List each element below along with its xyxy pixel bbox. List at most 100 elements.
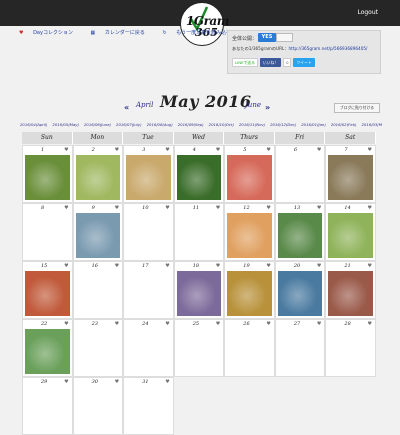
day-cell[interactable]: 7 ♥ <box>325 145 376 203</box>
day-cell[interactable]: 4 ♥ <box>173 145 225 203</box>
heart-icon[interactable]: ♥ <box>368 205 372 211</box>
heart-icon[interactable]: ♥ <box>64 263 68 269</box>
day-photo[interactable] <box>25 155 70 200</box>
day-photo[interactable] <box>176 155 222 200</box>
heart-icon[interactable]: ♥ <box>317 147 321 153</box>
day-cell[interactable]: 22 ♥ <box>22 319 73 377</box>
heart-icon[interactable]: ♥ <box>64 321 68 327</box>
public-toggle[interactable] <box>276 33 293 42</box>
day-photo[interactable] <box>176 271 222 316</box>
heart-icon[interactable]: ♥ <box>216 205 220 211</box>
heart-icon[interactable]: ♥ <box>317 263 321 269</box>
heart-icon[interactable]: ♥ <box>115 321 119 327</box>
heart-icon[interactable]: ♥ <box>115 263 119 269</box>
heart-icon[interactable]: ♥ <box>165 321 169 327</box>
public-yes-button[interactable]: YES <box>258 33 276 42</box>
day-cell[interactable]: 30 ♥ <box>72 377 124 435</box>
logo[interactable]: 1Gram 365 <box>180 2 229 46</box>
day-photo[interactable] <box>328 271 373 316</box>
heart-icon[interactable]: ♥ <box>317 321 321 327</box>
next-month-link[interactable]: June <box>245 101 261 109</box>
day-cell[interactable]: 6 ♥ <box>274 145 326 203</box>
day-cell[interactable]: 5 ♥ <box>224 145 275 203</box>
day-photo[interactable] <box>227 271 272 316</box>
heart-icon[interactable]: ♥ <box>64 205 68 211</box>
month-link[interactable]: 2016/09(Sep) <box>178 122 204 127</box>
day-photo[interactable] <box>227 213 272 258</box>
day-cell[interactable]: 20 ♥ <box>274 261 326 319</box>
month-link[interactable]: 2016/06(June) <box>84 122 111 127</box>
day-cell[interactable]: 1 ♥ <box>22 145 73 203</box>
day-photo[interactable] <box>328 213 373 258</box>
day-cell[interactable]: 21 ♥ <box>325 261 376 319</box>
day-cell[interactable]: 24 ♥ <box>123 319 174 377</box>
month-link[interactable]: 2016/08(Aug) <box>147 122 173 127</box>
day-cell[interactable]: 10 ♥ <box>123 203 174 261</box>
day-cell[interactable]: 19 ♥ <box>224 261 275 319</box>
day-collection-link[interactable]: ♥ Dayコレクション <box>19 30 81 36</box>
month-link[interactable]: 2016/07(July) <box>116 122 142 127</box>
day-cell[interactable]: 11 ♥ <box>173 203 225 261</box>
heart-icon[interactable]: ♥ <box>266 263 270 269</box>
day-cell[interactable]: 14 ♥ <box>325 203 376 261</box>
day-cell[interactable]: 17 ♥ <box>123 261 174 319</box>
heart-icon[interactable]: ♥ <box>64 147 68 153</box>
day-photo[interactable] <box>75 213 121 258</box>
day-photo[interactable] <box>75 155 121 200</box>
heart-icon[interactable]: ♥ <box>216 263 220 269</box>
heart-icon[interactable]: ♥ <box>266 147 270 153</box>
heart-icon[interactable]: ♥ <box>216 147 220 153</box>
month-link[interactable]: 2016/02(Feb) <box>331 122 357 127</box>
heart-icon[interactable]: ♥ <box>165 263 169 269</box>
next-month-arrow-icon[interactable]: » <box>265 103 270 112</box>
month-link[interactable]: 2016/12(Dec) <box>270 122 296 127</box>
heart-icon[interactable]: ♥ <box>266 205 270 211</box>
day-cell[interactable]: 31 ♥ <box>123 377 174 435</box>
day-cell[interactable]: 26 ♥ <box>224 319 275 377</box>
heart-icon[interactable]: ♥ <box>165 147 169 153</box>
heart-icon[interactable]: ♥ <box>216 321 220 327</box>
day-cell[interactable]: 13 ♥ <box>274 203 326 261</box>
day-photo[interactable] <box>277 213 323 258</box>
heart-icon[interactable]: ♥ <box>165 205 169 211</box>
heart-icon[interactable]: ♥ <box>266 321 270 327</box>
day-cell[interactable]: 25 ♥ <box>173 319 225 377</box>
logout-link[interactable]: Logout <box>357 9 378 16</box>
prev-month-arrow-icon[interactable]: « <box>124 103 129 112</box>
heart-icon[interactable]: ♥ <box>115 147 119 153</box>
month-link[interactable]: 2016/01(Jan) <box>301 122 326 127</box>
day-cell[interactable]: 9 ♥ <box>72 203 124 261</box>
day-photo[interactable] <box>126 155 171 200</box>
tweet-button[interactable]: ツイート <box>293 58 315 67</box>
day-cell[interactable]: 27 ♥ <box>274 319 326 377</box>
heart-icon[interactable]: ♥ <box>165 379 169 385</box>
line-share-button[interactable]: LINEで送る <box>232 58 258 67</box>
day-cell[interactable]: 16 ♥ <box>72 261 124 319</box>
day-cell[interactable]: 28 ♥ <box>325 319 376 377</box>
month-link[interactable]: 2016/11(Nov) <box>239 122 265 127</box>
share-url-link[interactable]: http://365gram.net/p/566936896405/ <box>289 46 368 51</box>
day-cell[interactable]: 12 ♥ <box>224 203 275 261</box>
heart-icon[interactable]: ♥ <box>115 379 119 385</box>
month-link[interactable]: 2016/10(Oct) <box>209 122 234 127</box>
heart-icon[interactable]: ♥ <box>368 321 372 327</box>
day-cell[interactable]: 8 ♥ <box>22 203 73 261</box>
heart-icon[interactable]: ♥ <box>368 263 372 269</box>
month-link[interactable]: 2016/03(Mar) <box>362 122 383 127</box>
heart-icon[interactable]: ♥ <box>64 379 68 385</box>
day-cell[interactable]: 15 ♥ <box>22 261 73 319</box>
heart-icon[interactable]: ♥ <box>115 205 119 211</box>
facebook-like-button[interactable]: いいね！ <box>259 58 282 67</box>
day-cell[interactable]: 23 ♥ <box>72 319 124 377</box>
month-link[interactable]: 2016/05(May) <box>52 122 79 127</box>
day-photo[interactable] <box>25 271 70 316</box>
blog-paste-button[interactable]: ブログに貼り付ける <box>334 103 380 113</box>
day-photo[interactable] <box>277 271 323 316</box>
heart-icon[interactable]: ♥ <box>317 205 321 211</box>
month-link[interactable]: 2016/04(April) <box>20 122 47 127</box>
day-cell[interactable]: 29 ♥ <box>22 377 73 435</box>
day-photo[interactable] <box>227 155 272 200</box>
day-cell[interactable]: 18 ♥ <box>173 261 225 319</box>
day-photo[interactable] <box>328 155 373 200</box>
calendar-link[interactable]: ▦ カレンダーに戻る <box>91 30 153 36</box>
